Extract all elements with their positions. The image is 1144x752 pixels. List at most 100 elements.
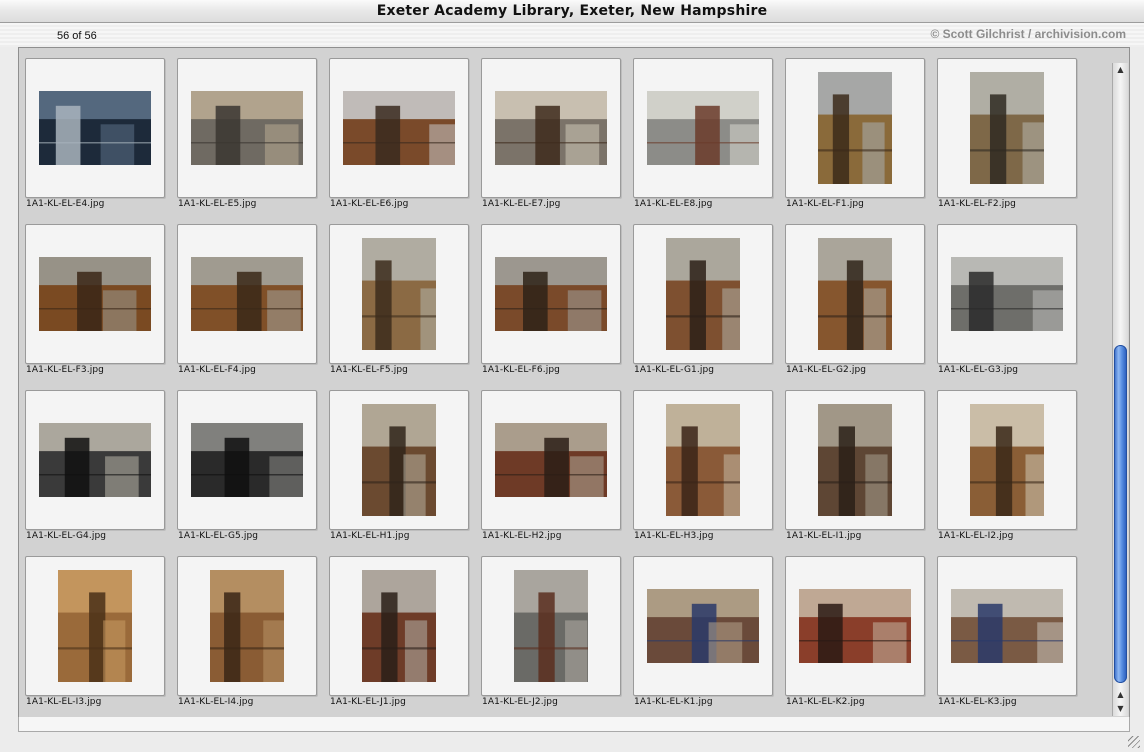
thumbnail-item[interactable]: 1A1-KL-EL-G4.jpg (25, 390, 177, 556)
thumbnail-item[interactable]: 1A1-KL-EL-J2.jpg (481, 556, 633, 717)
arrow-down-icon[interactable]: ▼ (1113, 702, 1128, 716)
thumbnail-item[interactable]: 1A1-KL-EL-E6.jpg (329, 58, 481, 224)
thumbnail-frame[interactable] (481, 224, 621, 364)
thumbnail-image[interactable] (514, 570, 588, 682)
thumbnail-filename: 1A1-KL-EL-F3.jpg (26, 365, 104, 375)
thumbnail-item[interactable]: 1A1-KL-EL-F2.jpg (937, 58, 1089, 224)
thumbnail-frame[interactable] (785, 556, 925, 696)
thumbnail-frame[interactable] (785, 390, 925, 530)
thumbnail-image[interactable] (951, 257, 1063, 331)
thumbnail-image[interactable] (970, 404, 1044, 516)
thumbnail-item[interactable]: 1A1-KL-EL-I3.jpg (25, 556, 177, 717)
thumbnail-frame[interactable] (329, 58, 469, 198)
thumbnail-frame[interactable] (937, 556, 1077, 696)
thumbnail-image[interactable] (362, 570, 436, 682)
thumbnail-item[interactable]: 1A1-KL-EL-F5.jpg (329, 224, 481, 390)
thumbnail-item[interactable]: 1A1-KL-EL-K3.jpg (937, 556, 1089, 717)
thumbnail-item[interactable]: 1A1-KL-EL-E4.jpg (25, 58, 177, 224)
thumbnail-image[interactable] (58, 570, 132, 682)
thumbnail-frame[interactable] (177, 390, 317, 530)
thumbnail-frame[interactable] (177, 556, 317, 696)
thumbnail-image[interactable] (191, 423, 303, 497)
thumbnail-item[interactable]: 1A1-KL-EL-F1.jpg (785, 58, 937, 224)
thumbnail-item[interactable]: 1A1-KL-EL-E5.jpg (177, 58, 329, 224)
thumbnail-item[interactable]: 1A1-KL-EL-G2.jpg (785, 224, 937, 390)
thumbnail-filename: 1A1-KL-EL-H1.jpg (330, 531, 410, 541)
thumbnail-frame[interactable] (633, 390, 773, 530)
thumbnail-frame[interactable] (937, 58, 1077, 198)
thumbnail-item[interactable]: 1A1-KL-EL-H1.jpg (329, 390, 481, 556)
thumbnail-frame[interactable] (785, 224, 925, 364)
thumbnail-image[interactable] (39, 91, 151, 165)
thumbnail-image[interactable] (191, 91, 303, 165)
thumbnail-item[interactable]: 1A1-KL-EL-F4.jpg (177, 224, 329, 390)
thumbnail-image[interactable] (343, 91, 455, 165)
thumbnail-frame[interactable] (329, 224, 469, 364)
thumbnail-image[interactable] (951, 589, 1063, 663)
thumbnail-filename: 1A1-KL-EL-F4.jpg (178, 365, 256, 375)
thumbnail-image[interactable] (970, 72, 1044, 184)
thumbnail-frame[interactable] (25, 224, 165, 364)
thumbnail-image[interactable] (362, 404, 436, 516)
thumbnail-image[interactable] (495, 423, 607, 497)
thumbnail-item[interactable]: 1A1-KL-EL-K2.jpg (785, 556, 937, 717)
thumbnail-image[interactable] (495, 91, 607, 165)
thumbnail-frame[interactable] (937, 390, 1077, 530)
thumbnail-frame[interactable] (177, 58, 317, 198)
thumbnail-frame[interactable] (937, 224, 1077, 364)
thumbnail-item[interactable]: 1A1-KL-EL-F6.jpg (481, 224, 633, 390)
thumbnail-frame[interactable] (785, 58, 925, 198)
thumbnail-image[interactable] (495, 257, 607, 331)
window-title: Exeter Academy Library, Exeter, New Hamp… (0, 0, 1144, 23)
thumbnail-image[interactable] (666, 404, 740, 516)
thumbnail-filename: 1A1-KL-EL-J2.jpg (482, 697, 558, 707)
thumbnail-item[interactable]: 1A1-KL-EL-F3.jpg (25, 224, 177, 390)
thumbnail-frame[interactable] (25, 58, 165, 198)
arrow-up-icon[interactable]: ▲ (1113, 63, 1128, 77)
thumbnail-image[interactable] (191, 257, 303, 331)
thumbnail-frame[interactable] (329, 556, 469, 696)
thumbnail-image[interactable] (210, 570, 284, 682)
thumbnail-frame[interactable] (25, 556, 165, 696)
thumbnail-image[interactable] (818, 238, 892, 350)
arrow-up-icon[interactable]: ▲ (1113, 688, 1128, 702)
thumbnail-filename: 1A1-KL-EL-E4.jpg (26, 199, 105, 209)
thumbnail-item[interactable]: 1A1-KL-EL-I2.jpg (937, 390, 1089, 556)
resize-grip-icon[interactable] (1128, 736, 1140, 748)
thumbnail-frame[interactable] (633, 58, 773, 198)
thumbnail-frame[interactable] (481, 556, 621, 696)
thumbnail-image[interactable] (818, 72, 892, 184)
thumbnail-item[interactable]: 1A1-KL-EL-J1.jpg (329, 556, 481, 717)
thumbnail-viewport[interactable]: 1A1-KL-EL-E4.jpg 1A1-KL-EL-E5.jpg 1A1-KL-E… (18, 47, 1130, 718)
thumbnail-image[interactable] (362, 238, 436, 350)
thumbnail-filename: 1A1-KL-EL-F5.jpg (330, 365, 408, 375)
thumbnail-item[interactable]: 1A1-KL-EL-G5.jpg (177, 390, 329, 556)
scrollbar-thumb[interactable] (1114, 345, 1127, 683)
thumbnail-item[interactable]: 1A1-KL-EL-K1.jpg (633, 556, 785, 717)
thumbnail-image[interactable] (666, 238, 740, 350)
thumbnail-image[interactable] (39, 257, 151, 331)
thumbnail-frame[interactable] (481, 390, 621, 530)
status-bar (18, 717, 1130, 732)
thumbnail-item[interactable]: 1A1-KL-EL-I4.jpg (177, 556, 329, 717)
thumbnail-image[interactable] (818, 404, 892, 516)
thumbnail-image[interactable] (799, 589, 911, 663)
thumbnail-item[interactable]: 1A1-KL-EL-H2.jpg (481, 390, 633, 556)
thumbnail-filename: 1A1-KL-EL-G5.jpg (178, 531, 259, 541)
thumbnail-item[interactable]: 1A1-KL-EL-H3.jpg (633, 390, 785, 556)
thumbnail-frame[interactable] (25, 390, 165, 530)
thumbnail-frame[interactable] (329, 390, 469, 530)
thumbnail-frame[interactable] (633, 224, 773, 364)
thumbnail-frame[interactable] (633, 556, 773, 696)
thumbnail-image[interactable] (647, 91, 759, 165)
thumbnail-item[interactable]: 1A1-KL-EL-G3.jpg (937, 224, 1089, 390)
thumbnail-image[interactable] (39, 423, 151, 497)
thumbnail-frame[interactable] (177, 224, 317, 364)
thumbnail-frame[interactable] (481, 58, 621, 198)
thumbnail-image[interactable] (647, 589, 759, 663)
thumbnail-item[interactable]: 1A1-KL-EL-G1.jpg (633, 224, 785, 390)
thumbnail-item[interactable]: 1A1-KL-EL-E7.jpg (481, 58, 633, 224)
thumbnail-item[interactable]: 1A1-KL-EL-I1.jpg (785, 390, 937, 556)
thumbnail-item[interactable]: 1A1-KL-EL-E8.jpg (633, 58, 785, 224)
vertical-scrollbar[interactable]: ▲ ▲ ▼ (1112, 63, 1128, 716)
